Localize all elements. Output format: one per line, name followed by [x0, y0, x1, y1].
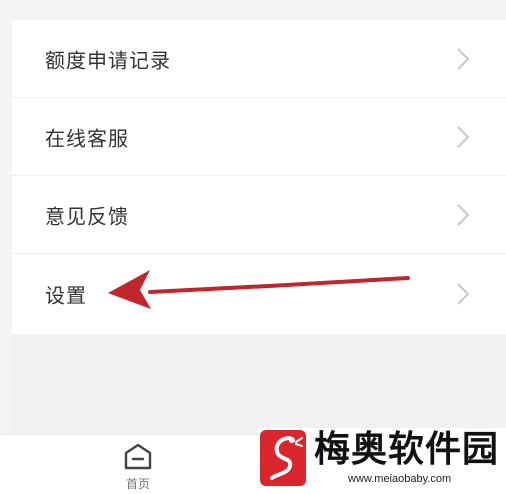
menu-item-label: 额度申请记录	[45, 48, 171, 72]
chevron-right-icon	[457, 47, 470, 70]
chevron-right-icon	[457, 283, 470, 305]
chevron-right-icon	[457, 125, 470, 148]
tab-home-label: 首页	[125, 477, 150, 491]
menu-item-online-service[interactable]: 在线客服	[12, 98, 506, 176]
watermark-url: www.meiaobaby.com	[348, 473, 452, 485]
menu-item-quota-records[interactable]: 额度申请记录	[12, 20, 506, 98]
menu-item-label: 意见反馈	[45, 204, 129, 228]
home-icon	[124, 443, 152, 470]
settings-menu-list: 额度申请记录 在线客服 意见反馈 设置	[12, 20, 506, 334]
tab-home[interactable]: 首页	[112, 441, 164, 493]
menu-item-feedback[interactable]: 意见反馈	[12, 176, 506, 254]
menu-item-settings[interactable]: 设置	[12, 254, 506, 334]
menu-item-label: 设置	[45, 283, 87, 308]
dragon-logo-icon	[260, 430, 306, 486]
watermark-title: 梅奥软件园	[314, 429, 500, 470]
empty-area	[12, 334, 506, 434]
chevron-right-icon	[457, 203, 470, 226]
menu-item-label: 在线客服	[45, 126, 129, 150]
watermark: 梅奥软件园 www.meiaobaby.com	[258, 428, 506, 490]
top-strip	[0, 0, 506, 20]
